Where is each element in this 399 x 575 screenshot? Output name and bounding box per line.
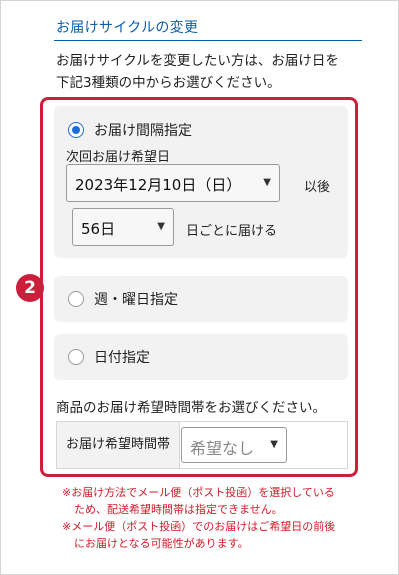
time-select-value: 希望なし <box>190 439 255 458</box>
chevron-down-icon: ▼ <box>157 221 165 232</box>
next-date-value: 2023年12月10日（日） <box>75 176 242 194</box>
intro-line-1: お届けサイクルを変更したい方は、お届け日を <box>56 53 339 69</box>
section-title: お届けサイクルの変更 <box>56 20 199 36</box>
time-select[interactable]: 希望なし ▼ <box>181 427 287 463</box>
note-line-4: にお届けとなる可能性があります。 <box>74 537 249 550</box>
notes: ※お届け方法でメール便（ポスト投函）を選択している ため、配送希望時間帯は指定で… <box>62 484 362 552</box>
option-date-card[interactable]: 日付指定 <box>54 334 348 380</box>
option-date-label[interactable]: 日付指定 <box>94 347 150 367</box>
note-line-1: ※お届け方法でメール便（ポスト投函）を選択している <box>62 486 335 499</box>
next-date-select[interactable]: 2023年12月10日（日） ▼ <box>66 164 280 202</box>
intro-line-2: 下記3種類の中からお選びください。 <box>56 75 281 91</box>
step-badge: 2 <box>16 274 44 302</box>
option-interval-label[interactable]: お届け間隔指定 <box>94 120 192 140</box>
chevron-down-icon: ▼ <box>270 439 278 450</box>
intro-text: お届けサイクルを変更したい方は、お届け日を 下記3種類の中からお選びください。 <box>56 50 356 94</box>
interval-suffix: 日ごとに届ける <box>186 224 278 239</box>
title-divider <box>54 40 362 41</box>
radio-weekday[interactable] <box>68 291 84 307</box>
note-line-3: ※メール便（ポスト投函）でのお届けはご希望日の前後 <box>62 520 336 533</box>
option-interval-card: お届け間隔指定 次回お届け希望日 2023年12月10日（日） ▼ 以後 56日… <box>54 106 348 258</box>
radio-date[interactable] <box>68 349 84 365</box>
time-table: お届け希望時間帯 希望なし ▼ <box>56 421 348 469</box>
time-header: お届け希望時間帯 <box>57 422 180 468</box>
after-label: 以後 <box>304 180 331 195</box>
interval-value: 56日 <box>81 220 116 238</box>
option-weekday-label[interactable]: 週・曜日指定 <box>94 289 178 309</box>
radio-interval[interactable] <box>68 122 84 138</box>
interval-select[interactable]: 56日 ▼ <box>72 208 174 246</box>
time-prompt: 商品のお届け希望時間帯をお選びください。 <box>56 400 326 416</box>
next-date-label: 次回お届け希望日 <box>66 150 171 165</box>
note-line-2: ため、配送希望時間帯は指定できません。 <box>74 503 283 516</box>
chevron-down-icon: ▼ <box>263 177 271 188</box>
option-weekday-card[interactable]: 週・曜日指定 <box>54 276 348 322</box>
